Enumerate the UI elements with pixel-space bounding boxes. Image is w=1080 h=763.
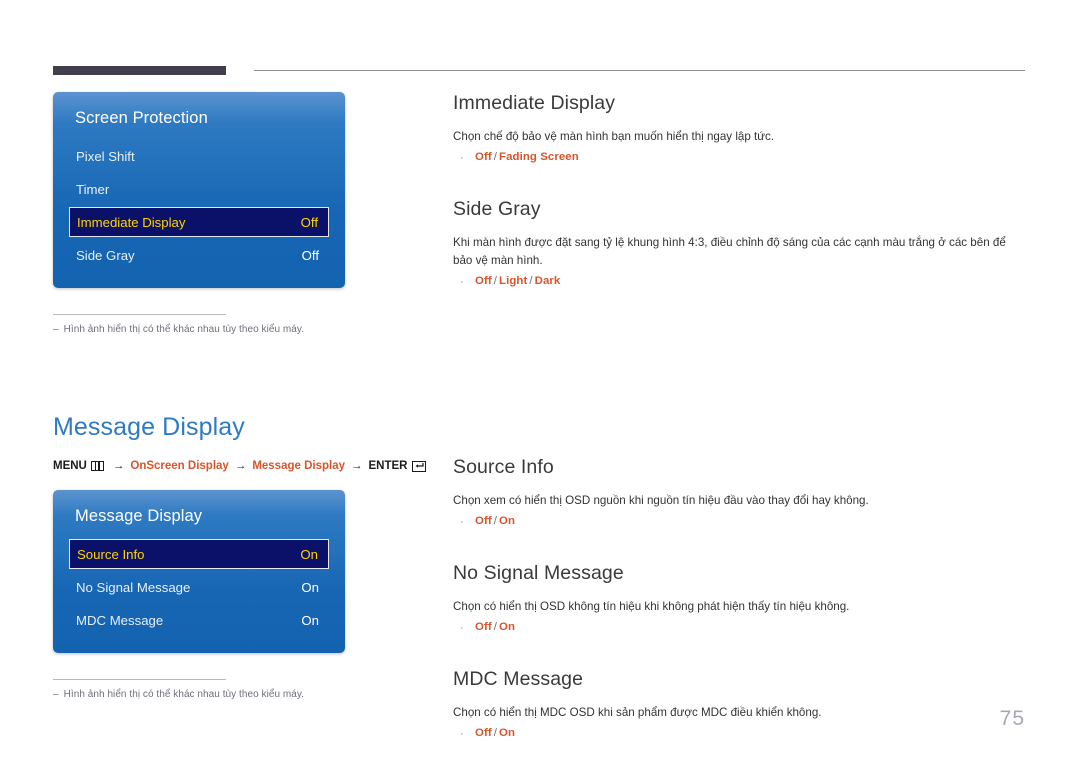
- option-value: Off: [475, 620, 492, 633]
- header-rule: [254, 70, 1025, 71]
- enter-icon: [412, 460, 427, 472]
- osd-row-label: Immediate Display: [77, 214, 186, 230]
- left-column: Screen Protection Pixel Shift Timer Imme…: [53, 92, 433, 700]
- section-heading: MDC Message: [453, 667, 584, 690]
- section-description: Khi màn hình được đặt sang tỷ lệ khung h…: [453, 235, 1006, 267]
- osd-title: Screen Protection: [75, 109, 208, 127]
- bullet-marker: ·: [460, 151, 464, 164]
- option-value: Light: [499, 274, 528, 287]
- osd-title: Message Display: [75, 507, 203, 525]
- section-no-signal-message: No Signal Message Chọn có hiển thị OSD k…: [453, 562, 1025, 637]
- section-options: · Off / On: [453, 727, 1025, 743]
- footnote-block: ‒ Hình ảnh hiển thị có thể khác nhau tùy …: [53, 679, 433, 700]
- breadcrumb: MENU → OnScreen Display → Message Displa…: [53, 460, 433, 472]
- footnote-dash: ‒: [53, 324, 59, 335]
- footnote: ‒ Hình ảnh hiển thị có thể khác nhau tùy …: [53, 689, 433, 700]
- section-description: Chọn xem có hiển thị OSD nguồn khi nguồn…: [453, 493, 869, 507]
- osd-row-label: Pixel Shift: [76, 148, 135, 164]
- breadcrumb-arrow: →: [351, 460, 363, 472]
- footnote-rule: [53, 679, 226, 680]
- option-value: Off: [475, 726, 492, 739]
- option-value: Dark: [534, 274, 561, 287]
- bullet-marker: ·: [460, 621, 464, 634]
- osd-panel-message-display: Message Display Source Info On No Signal…: [53, 490, 345, 653]
- breadcrumb-menu-label: MENU: [53, 460, 87, 472]
- osd-row-label: No Signal Message: [76, 579, 191, 595]
- section-options: · Off / Light / Dark: [453, 275, 1025, 291]
- page-number: 75: [999, 707, 1025, 730]
- footnote-dash: ‒: [53, 689, 59, 700]
- osd-row-list: Pixel Shift Timer Immediate Display Off …: [53, 141, 345, 270]
- osd-row[interactable]: No Signal Message On: [69, 572, 329, 602]
- option-values: Off / Fading Screen: [475, 150, 579, 163]
- menu-icon: [90, 461, 104, 471]
- section-heading: Source Info: [453, 455, 554, 478]
- footnote-block: ‒ Hình ảnh hiển thị có thể khác nhau tùy …: [53, 314, 433, 335]
- option-values: Off / Light / Dark: [475, 274, 561, 287]
- option-value: On: [499, 620, 516, 633]
- osd-panel-screen-protection: Screen Protection Pixel Shift Timer Imme…: [53, 92, 345, 288]
- section-heading: No Signal Message: [453, 561, 624, 584]
- option-values: Off / On: [475, 726, 516, 739]
- osd-row-label: MDC Message: [76, 612, 164, 628]
- footnote-rule: [53, 314, 226, 315]
- message-display-block: Message Display MENU → OnScreen Display …: [53, 413, 433, 472]
- option-value: Off: [475, 274, 492, 287]
- osd-row-value: On: [300, 546, 318, 562]
- osd-row-label: Source Info: [77, 546, 145, 562]
- section-options: · Off / Fading Screen: [453, 151, 1025, 167]
- option-values: Off / On: [475, 620, 516, 633]
- section-description: Chọn chế độ bảo vệ màn hình bạn muốn hiể…: [453, 130, 775, 143]
- osd-row-selected[interactable]: Immediate Display Off: [69, 207, 329, 237]
- osd-row[interactable]: MDC Message On: [69, 605, 329, 635]
- osd-row-label: Timer: [76, 181, 110, 197]
- osd-row-label: Side Gray: [76, 247, 135, 263]
- footnote-text: Hình ảnh hiển thị có thể khác nhau tùy t…: [63, 689, 305, 700]
- section-description: Chọn có hiển thị MDC OSD khi sản phẩm đư…: [453, 705, 822, 719]
- section-source-info: Source Info Chọn xem có hiển thị OSD ngu…: [453, 456, 1025, 531]
- bullet-marker: ·: [460, 727, 464, 740]
- page-title: Message Display: [53, 413, 245, 441]
- osd-row-list: Source Info On No Signal Message On MDC …: [53, 539, 345, 635]
- section-mdc-message: MDC Message Chọn có hiển thị MDC OSD khi…: [453, 668, 1025, 743]
- section-options: · Off / On: [453, 515, 1025, 531]
- osd-row-value: On: [301, 579, 319, 595]
- section-heading: Immediate Display: [453, 92, 616, 114]
- option-value: On: [499, 726, 516, 739]
- breadcrumb-arrow: →: [234, 460, 247, 472]
- section-heading: Side Gray: [453, 197, 541, 220]
- bullet-marker: ·: [460, 515, 464, 528]
- bullet-marker: ·: [460, 275, 464, 288]
- option-values: Off / On: [475, 514, 516, 527]
- section-side-gray: Side Gray Khi màn hình được đặt sang tỷ …: [453, 198, 1025, 291]
- option-value: Off: [475, 150, 492, 163]
- breadcrumb-enter-label: ENTER: [368, 460, 408, 472]
- osd-row-value: Off: [300, 214, 318, 230]
- breadcrumb-arrow: →: [112, 460, 125, 472]
- osd-row-selected[interactable]: Source Info On: [69, 539, 329, 569]
- osd-row-value: On: [301, 612, 319, 628]
- osd-row[interactable]: Side Gray Off: [69, 240, 329, 270]
- section-immediate-display: Immediate Display Chọn chế độ bảo vệ màn…: [453, 92, 1025, 167]
- header-accent-bar: [53, 66, 226, 75]
- osd-row-value: Off: [301, 247, 319, 263]
- option-value: On: [499, 514, 516, 527]
- footnote: ‒ Hình ảnh hiển thị có thể khác nhau tùy …: [53, 324, 433, 335]
- breadcrumb-path-1: OnScreen Display: [130, 460, 229, 472]
- section-options: · Off / On: [453, 621, 1025, 637]
- footnote-text: Hình ảnh hiển thị có thể khác nhau tùy t…: [63, 324, 305, 335]
- option-value: Fading Screen: [499, 150, 579, 163]
- breadcrumb-path-2: Message Display: [252, 460, 345, 472]
- right-column: Immediate Display Chọn chế độ bảo vệ màn…: [453, 92, 1025, 743]
- option-value: Off: [475, 514, 492, 527]
- osd-row[interactable]: Pixel Shift: [69, 141, 329, 171]
- section-description: Chọn có hiển thị OSD không tín hiệu khi …: [453, 599, 850, 613]
- osd-row[interactable]: Timer: [69, 174, 329, 204]
